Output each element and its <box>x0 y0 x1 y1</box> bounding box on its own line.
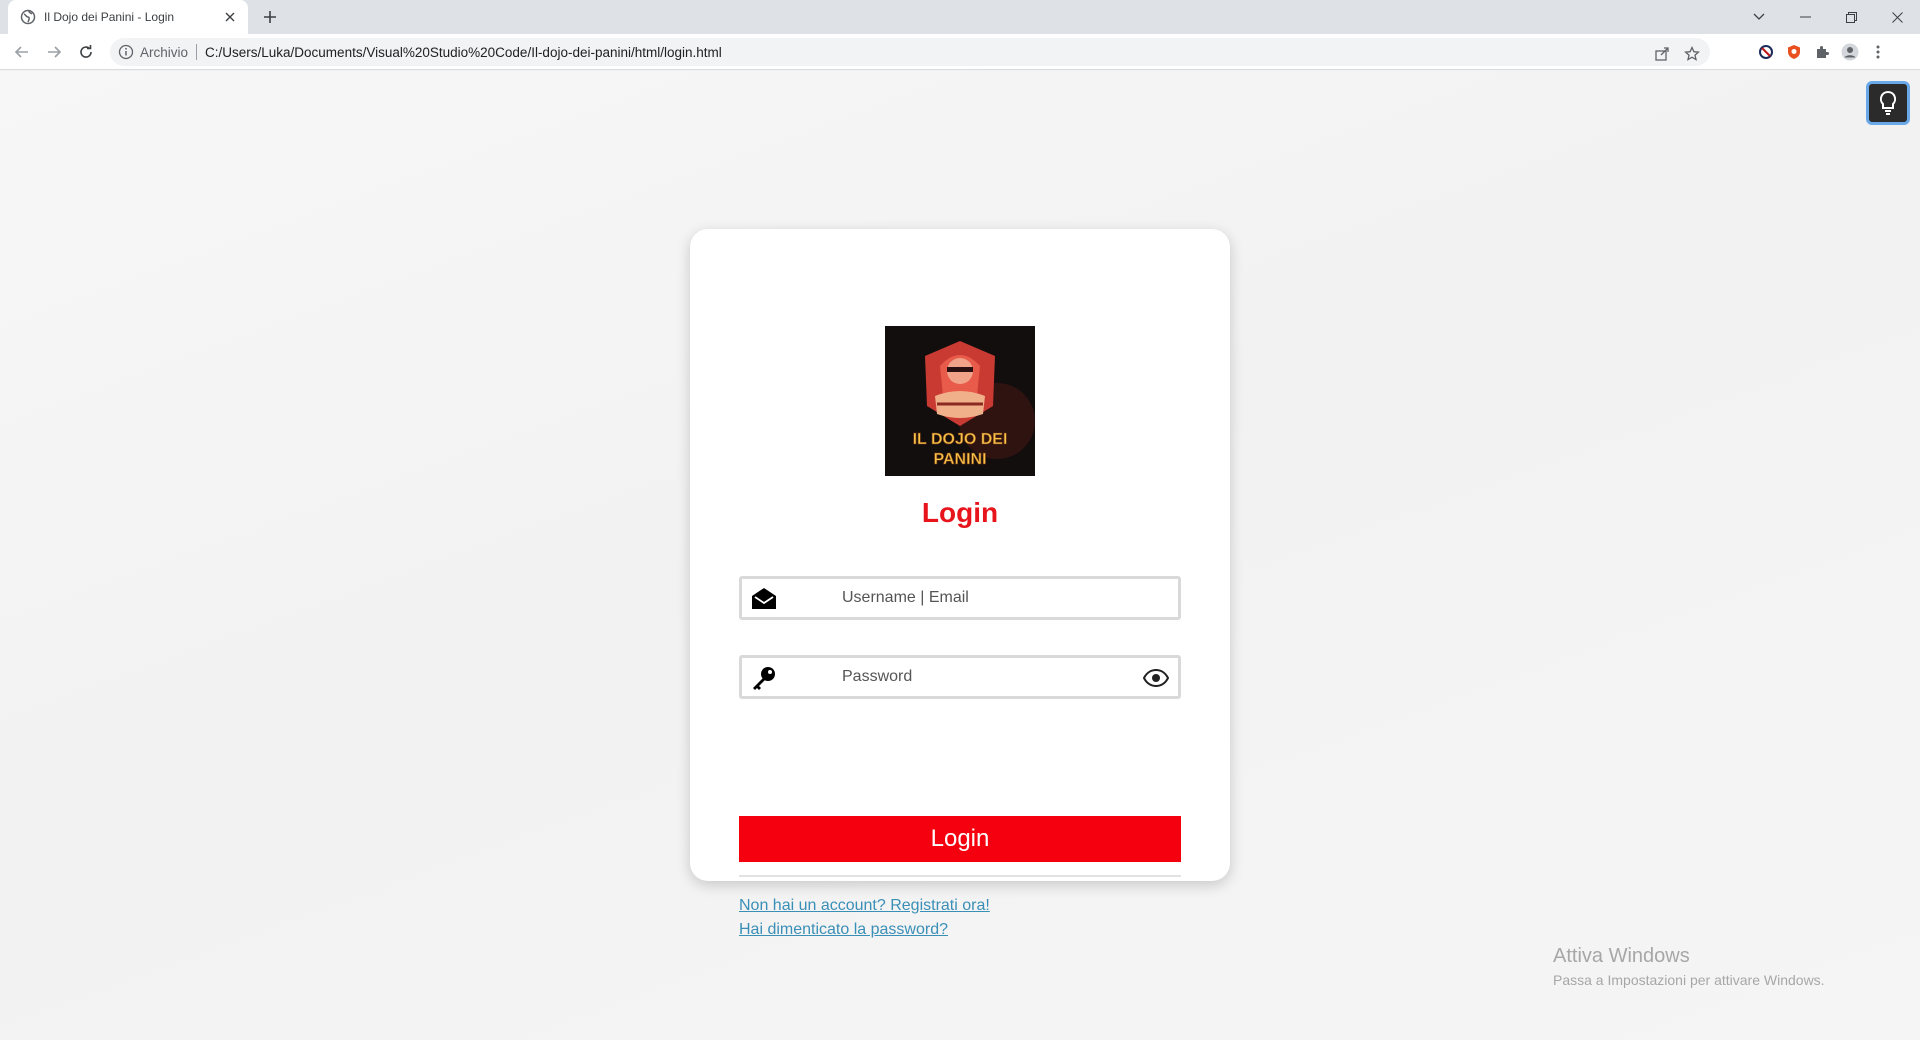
minimize-button[interactable] <box>1782 0 1828 34</box>
dojo-logo: IL DOJO DEI PANINI <box>885 326 1035 476</box>
username-field[interactable] <box>739 576 1181 620</box>
close-icon[interactable] <box>222 9 238 25</box>
back-arrow-icon[interactable] <box>10 40 34 64</box>
forward-arrow-icon[interactable] <box>42 40 66 64</box>
shield-extension-icon[interactable] <box>1784 42 1804 62</box>
windows-activation-watermark: Attiva Windows Passa a Impostazioni per … <box>1553 945 1825 988</box>
profile-avatar-icon[interactable] <box>1840 42 1860 62</box>
block-extension-icon[interactable] <box>1756 42 1776 62</box>
restore-button[interactable] <box>1828 0 1874 34</box>
globe-icon <box>20 9 36 25</box>
star-icon[interactable] <box>1682 44 1702 64</box>
kebab-menu-icon[interactable] <box>1868 42 1888 62</box>
puzzle-icon[interactable] <box>1812 42 1832 62</box>
watermark-title: Attiva Windows <box>1553 945 1690 967</box>
tab-search-chevron-icon[interactable] <box>1736 0 1782 34</box>
page-viewport: IL DOJO DEI PANINI Login Login Non hai u… <box>0 71 1920 1040</box>
login-button[interactable]: Login <box>739 816 1181 862</box>
logo-text-line2: PANINI <box>933 451 986 468</box>
divider <box>739 875 1181 877</box>
extension-icons <box>1756 42 1888 62</box>
tab-title: Il Dojo dei Panini - Login <box>44 10 175 24</box>
reload-icon[interactable] <box>74 40 98 64</box>
share-icon[interactable] <box>1652 44 1672 64</box>
omnibox-separator <box>196 44 198 60</box>
browser-toolbar: Archivio C:/Users/Luka/Documents/Visual%… <box>0 34 1920 70</box>
eye-icon[interactable] <box>1142 666 1170 690</box>
login-card: IL DOJO DEI PANINI Login Login Non hai u… <box>690 229 1230 938</box>
username-input[interactable] <box>742 579 1178 617</box>
lightbulb-icon[interactable] <box>1866 81 1910 125</box>
omnibox-scheme-label: Archivio <box>140 44 189 60</box>
browser-tab[interactable]: Il Dojo dei Panini - Login <box>8 0 248 34</box>
window-controls <box>1736 0 1920 34</box>
new-tab-button[interactable] <box>260 7 280 27</box>
password-input[interactable] <box>742 658 1178 696</box>
watermark-subtitle: Passa a Impostazioni per attivare Window… <box>1553 972 1825 988</box>
info-icon[interactable] <box>118 44 134 60</box>
address-bar[interactable]: Archivio C:/Users/Luka/Documents/Visual%… <box>110 38 1710 66</box>
forgot-password-link[interactable]: Hai dimenticato la password? <box>739 921 948 939</box>
login-title: Login <box>921 497 999 528</box>
tab-strip: Il Dojo dei Panini - Login <box>0 0 1920 34</box>
close-window-button[interactable] <box>1874 0 1920 34</box>
register-link[interactable]: Non hai un account? Registrati ora! <box>739 897 990 915</box>
omnibox-actions <box>1652 44 1702 64</box>
logo-text-line1: IL DOJO DEI <box>913 431 1008 448</box>
url-text[interactable]: C:/Users/Luka/Documents/Visual%20Studio%… <box>205 45 722 60</box>
password-field[interactable] <box>739 655 1181 699</box>
